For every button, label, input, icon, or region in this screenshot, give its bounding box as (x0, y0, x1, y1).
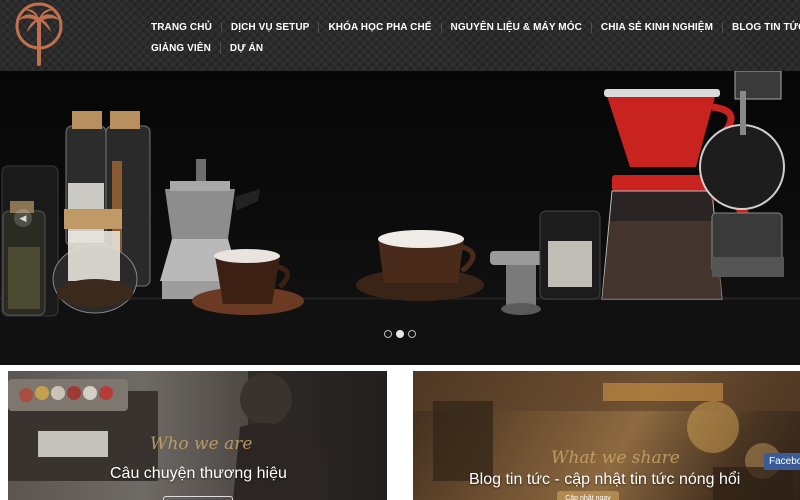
slider-dot-3[interactable] (408, 330, 416, 338)
site-header: Trang chủ Dịch vụ Setup Khóa học pha chế… (0, 0, 800, 71)
nav-item-bartending-course[interactable]: Khóa học pha chế (319, 22, 442, 33)
slider-dot-1[interactable] (384, 330, 392, 338)
nav-row-2: Giảng viên Dự án (142, 38, 782, 59)
chevron-left-icon: ◀ (19, 213, 27, 223)
main-navigation: Trang chủ Dịch vụ Setup Khóa học pha chế… (142, 17, 800, 59)
nav-item-news-blog[interactable]: Blog tin tức (723, 22, 800, 33)
brand-story-button[interactable] (163, 496, 233, 500)
palm-tree-logo-icon[interactable] (13, 2, 65, 68)
nav-item-ingredients-machines[interactable]: Nguyên liệu & máy móc (442, 22, 592, 33)
nav-row-1: Trang chủ Dịch vụ Setup Khóa học pha chế… (142, 17, 800, 38)
hero-slider[interactable]: ◀ (0, 71, 800, 365)
brand-story-card[interactable]: Who we are Câu chuyện thương hiệu (8, 371, 387, 500)
hero-coffee-photo (0, 71, 800, 365)
nav-item-experience-sharing[interactable]: Chia sẻ kinh nghiệm (592, 22, 724, 33)
nav-item-instructors[interactable]: Giảng viên (142, 43, 221, 54)
brand-story-script: Who we are (150, 434, 253, 454)
nav-item-projects[interactable]: Dự án (221, 43, 272, 54)
news-blog-script: What we share (551, 448, 680, 468)
news-blog-card[interactable]: What we share Blog tin tức - cập nhật ti… (413, 371, 800, 500)
nav-item-setup-service[interactable]: Dịch vụ Setup (222, 22, 320, 33)
nav-item-home[interactable]: Trang chủ (142, 22, 222, 33)
slider-dots (384, 330, 416, 338)
news-blog-title: Blog tin tức - cập nhật tin tức nóng hổi (469, 471, 741, 488)
news-blog-button[interactable]: Cập nhật ngay (557, 491, 619, 500)
facebook-widget-tab[interactable]: Facebook (764, 453, 800, 470)
slider-prev-button[interactable]: ◀ (14, 209, 32, 227)
slider-dot-2[interactable] (396, 330, 404, 338)
brand-story-title: Câu chuyện thương hiệu (110, 465, 287, 482)
